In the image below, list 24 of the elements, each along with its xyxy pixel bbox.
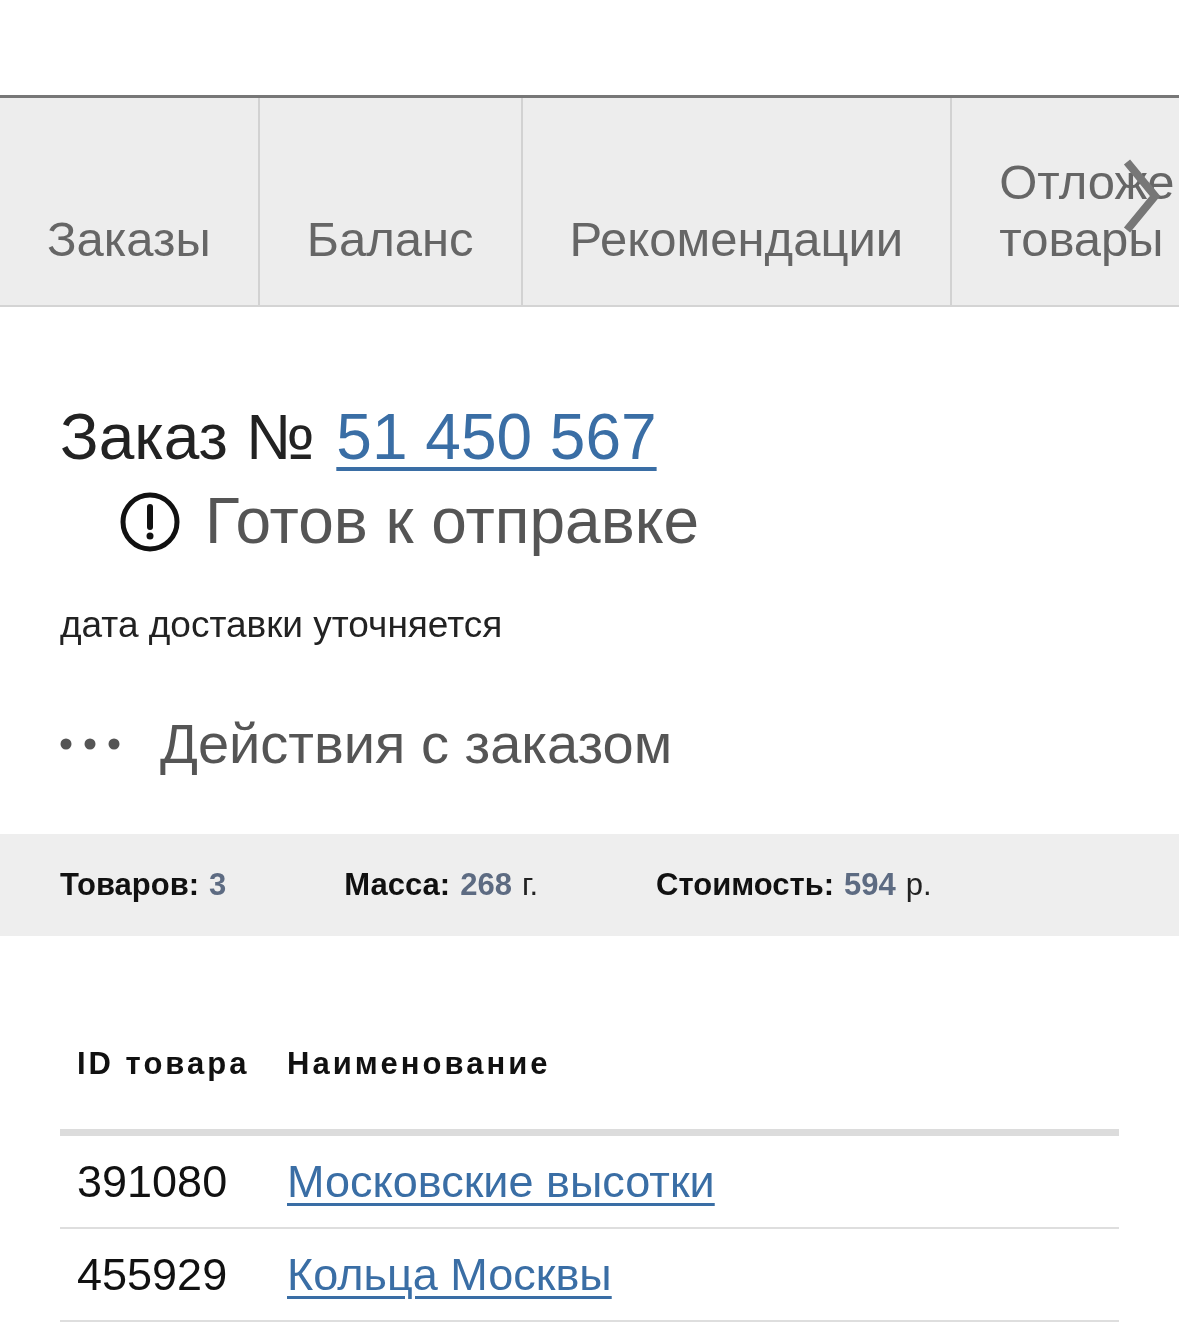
product-id: 455929 bbox=[76, 1248, 228, 1301]
product-id: 391080 bbox=[76, 1155, 228, 1208]
summary-unit: г. bbox=[521, 866, 539, 904]
summary-unit: р. bbox=[905, 866, 932, 904]
summary-value: 268 bbox=[460, 866, 512, 904]
summary-value: 594 bbox=[844, 866, 896, 904]
order-title: Заказ № bbox=[60, 400, 315, 475]
delivery-date-note: дата доставки уточняется bbox=[60, 604, 503, 646]
tab[interactable]: Рекомендации bbox=[522, 98, 953, 305]
summary-value: 3 bbox=[209, 866, 227, 904]
product-name-link[interactable]: Кольца Москвы bbox=[287, 1248, 612, 1301]
summary-label: Стоимость: bbox=[656, 866, 835, 904]
summary-label: Масса: bbox=[344, 866, 451, 904]
more-dots-icon bbox=[60, 738, 120, 750]
column-header: Наименование bbox=[287, 1046, 551, 1082]
product-name-link[interactable]: Московские высотки bbox=[287, 1155, 715, 1208]
alert-icon bbox=[120, 491, 180, 552]
order-status: Готов к отправке bbox=[205, 484, 699, 559]
order-number-link[interactable]: 51 450 567 bbox=[336, 399, 657, 476]
tab[interactable]: Заказы bbox=[0, 98, 260, 305]
summary-label: Товаров: bbox=[60, 866, 200, 904]
order-actions-button[interactable]: Действия с заказом bbox=[60, 712, 673, 776]
column-header: ID товара bbox=[76, 1046, 250, 1082]
tab[interactable]: Баланс bbox=[259, 98, 523, 305]
